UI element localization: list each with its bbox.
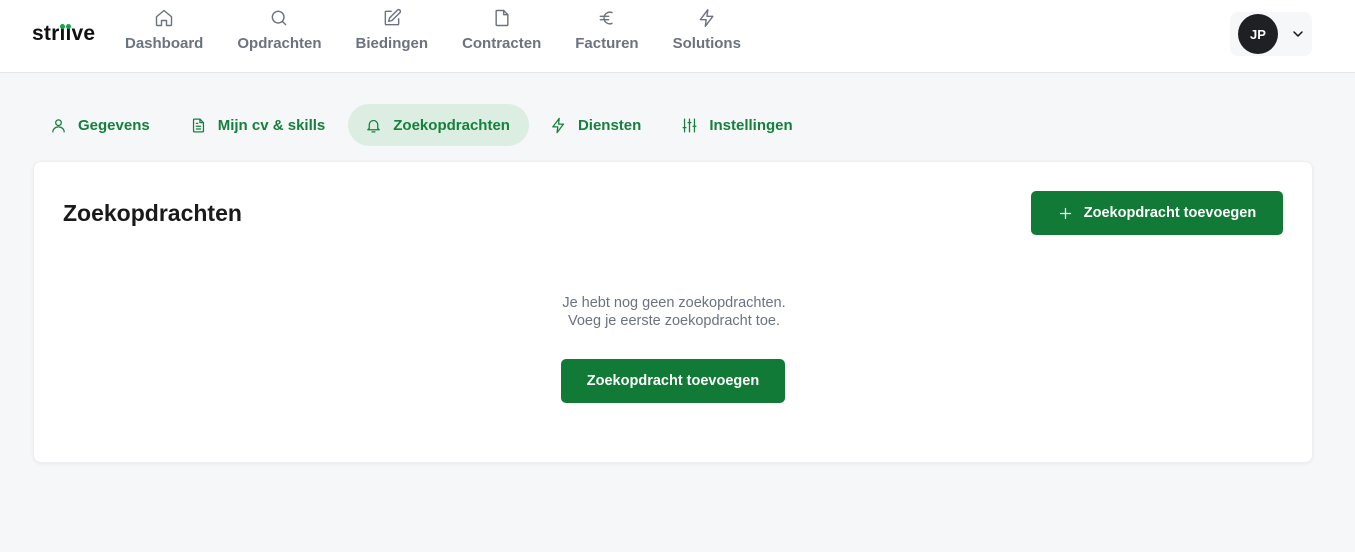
tab-label: Mijn cv & skills: [217, 116, 326, 134]
button-label: Zoekopdracht toevoegen: [586, 373, 760, 389]
empty-state: Je hebt nog geen zoekopdrachten. Voeg je…: [34, 294, 1314, 330]
search-icon: [272, 10, 287, 26]
lightning-icon: [699, 8, 714, 28]
nav-item-label: Facturen: [575, 35, 639, 52]
avatar: JP: [1238, 14, 1278, 54]
page-title: Zoekopdrachten: [63, 200, 242, 226]
plus-icon: [1059, 207, 1071, 219]
striive-logo[interactable]: strııve: [32, 22, 95, 46]
nav-item-solutions[interactable]: Solutions: [656, 0, 758, 73]
user-menu-button[interactable]: JP: [1230, 12, 1312, 56]
nav-item-label: Dashboard: [125, 35, 204, 52]
chevron-down-icon: [1293, 31, 1303, 37]
empty-state-add-button[interactable]: Zoekopdracht toevoegen: [561, 359, 785, 403]
user-icon: [52, 118, 65, 133]
tab-instellingen[interactable]: Instellingen: [664, 104, 811, 146]
tab-label: Instellingen: [709, 116, 793, 134]
euro-icon: [599, 11, 613, 25]
nav-item-label: Biedingen: [355, 35, 429, 52]
nav-item-opdrachten[interactable]: Opdrachten: [220, 0, 338, 73]
empty-state-line-2: Voeg je eerste zoekopdracht toe.: [567, 313, 780, 329]
tab-gegevens[interactable]: Gegevens: [33, 104, 169, 146]
nav-item-biedingen[interactable]: Biedingen: [339, 0, 446, 73]
tab-label: Gegevens: [78, 116, 150, 134]
nav-item-label: Opdrachten: [237, 35, 322, 52]
bell-icon: [367, 119, 381, 133]
nav-item-dashboard[interactable]: Dashboard: [108, 0, 220, 73]
nav-item-contracten[interactable]: Contracten: [445, 0, 558, 73]
tab-label: Diensten: [577, 116, 642, 134]
home-icon: [155, 9, 173, 27]
main-nav: Dashboard Opdrachten Biedingen Contracte…: [108, 0, 758, 73]
top-navigation-bar: strııve Dashboard Opdrachten Biedingen C…: [0, 0, 1355, 73]
nav-item-label: Contracten: [462, 35, 542, 52]
document-icon: [495, 9, 509, 27]
tab-diensten[interactable]: Diensten: [533, 104, 660, 146]
empty-state-line-1: Je hebt nog geen zoekopdrachten.: [562, 295, 786, 311]
button-label: Zoekopdracht toevoegen: [1083, 205, 1257, 221]
lightning-icon: [552, 117, 565, 133]
tab-label: Zoekopdrachten: [393, 116, 510, 134]
nav-item-label: Solutions: [672, 35, 741, 52]
nav-item-facturen[interactable]: Facturen: [558, 0, 655, 73]
tab-zoekopdrachten[interactable]: Zoekopdrachten: [348, 104, 529, 146]
edit-icon: [384, 8, 401, 26]
file-text-icon: [192, 117, 204, 133]
profile-tabs: Gegevens Mijn cv & skills Zoekopdrachten…: [33, 104, 816, 146]
add-zoekopdracht-button[interactable]: Zoekopdracht toevoegen: [1031, 191, 1283, 235]
tab-mijn-cv-skills[interactable]: Mijn cv & skills: [173, 104, 345, 146]
zoekopdrachten-panel: Zoekopdrachten Zoekopdracht toevoegen Je…: [33, 161, 1313, 463]
sliders-icon: [682, 117, 697, 133]
